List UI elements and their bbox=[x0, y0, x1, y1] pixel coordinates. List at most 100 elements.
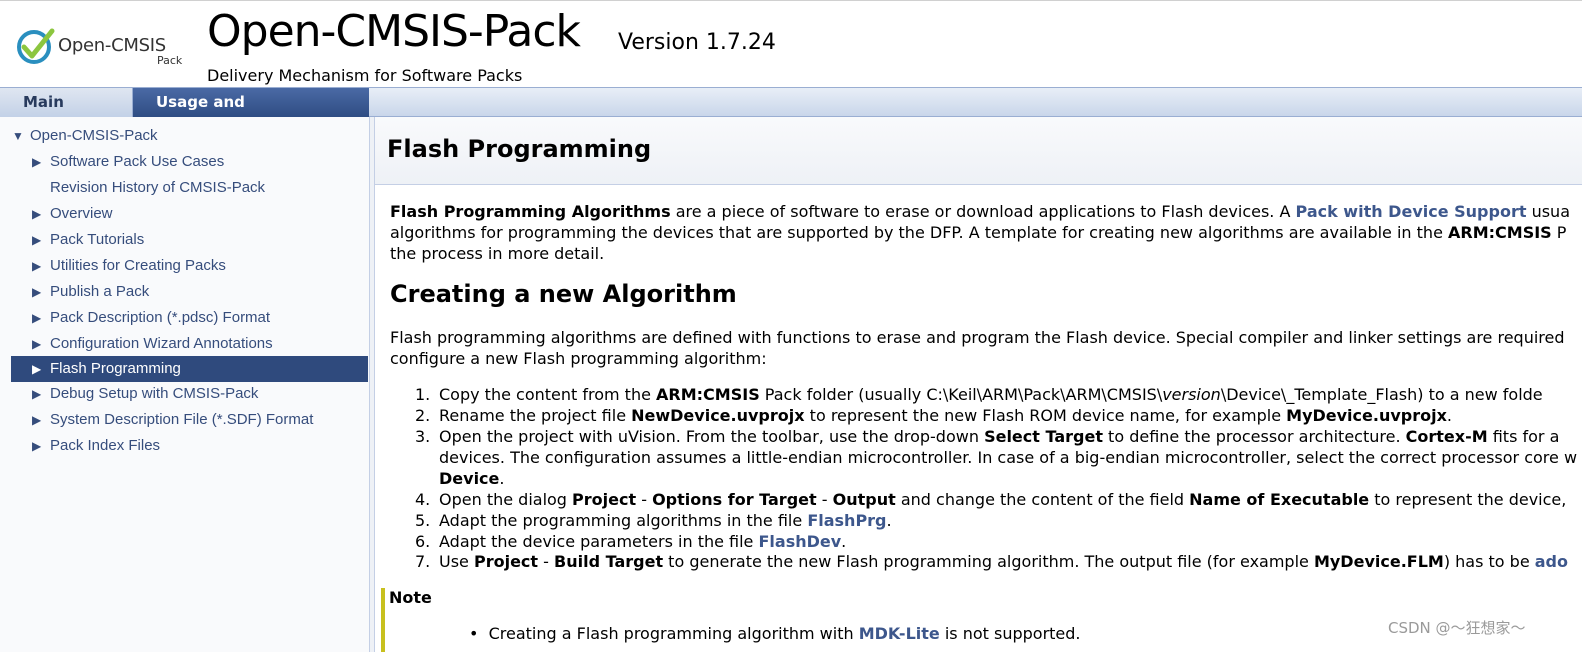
mdk-lite-link[interactable]: MDK-Lite bbox=[859, 624, 940, 643]
nav-root-open-cmsis-pack[interactable]: ▼ Open-CMSIS-Pack bbox=[12, 123, 362, 149]
intro-text: P bbox=[1551, 223, 1567, 242]
step-3-end: Device. bbox=[439, 468, 504, 489]
step-text: . bbox=[886, 511, 892, 530]
step-bold: Output bbox=[832, 490, 896, 509]
expand-arrow-icon[interactable]: ▶ bbox=[32, 331, 50, 357]
nav-item-utilities[interactable]: ▶ Utilities for Creating Packs bbox=[32, 253, 362, 279]
expand-arrow-icon[interactable]: ▶ bbox=[32, 433, 50, 459]
step-bold: Options for Target bbox=[652, 490, 817, 509]
step-bold: Select Target bbox=[984, 427, 1103, 446]
step-text: and change the content of the field bbox=[895, 490, 1190, 509]
note-title: Note bbox=[389, 588, 432, 607]
nav-item-label: Publish a Pack bbox=[50, 283, 150, 300]
expand-arrow-icon[interactable]: ▶ bbox=[32, 149, 50, 175]
nav-item-configuration-wizard[interactable]: ▶ Configuration Wizard Annotations bbox=[32, 331, 362, 357]
expand-arrow-icon[interactable]: ▶ bbox=[32, 381, 50, 407]
main-tabs: Main Page Usage and Description bbox=[0, 87, 1582, 140]
tab-main-page[interactable]: Main Page bbox=[0, 88, 133, 140]
page-title: Flash Programming bbox=[387, 135, 652, 163]
step-text: Open the dialog bbox=[439, 490, 573, 509]
step-4: 4. Open the dialog Project - Options for … bbox=[415, 489, 1566, 510]
step-3-continued: devices. The configuration assumes a lit… bbox=[439, 448, 1578, 467]
step-text: to represent the new Flash ROM device na… bbox=[804, 406, 1287, 425]
nav-item-label: Pack Description (*.pdsc) Format bbox=[50, 309, 271, 326]
expand-arrow-icon[interactable]: ▶ bbox=[32, 279, 50, 305]
nav-item-publish-a-pack[interactable]: ▶ Publish a Pack bbox=[32, 279, 362, 305]
project-brief: Delivery Mechanism for Software Packs bbox=[207, 66, 523, 85]
step-text: . bbox=[1446, 406, 1453, 425]
step-bold: Cortex-M bbox=[1405, 427, 1488, 446]
step-number: 7. bbox=[415, 552, 431, 571]
step-text: Adapt the device parameters in the file bbox=[439, 532, 759, 551]
expand-arrow-icon[interactable]: ▶ bbox=[32, 253, 50, 279]
step-text: fits for a bbox=[1487, 427, 1560, 446]
step-text: - bbox=[816, 490, 833, 509]
step-text: ) has to be bbox=[1443, 552, 1535, 571]
nav-item-label: Flash Programming bbox=[50, 360, 181, 377]
intro-bold: ARM:CMSIS bbox=[1448, 223, 1552, 242]
flashdev-link[interactable]: FlashDev bbox=[758, 532, 841, 551]
nav-item-system-description-file[interactable]: ▶ System Description File (*.SDF) Format bbox=[32, 407, 362, 433]
content-header: Flash Programming bbox=[375, 117, 1582, 185]
step-text: \Device\_Template_Flash) to a new folde bbox=[1220, 385, 1543, 404]
side-nav: ▼ Open-CMSIS-Pack ▶ Software Pack Use Case… bbox=[0, 117, 370, 652]
logo-subtext: Pack bbox=[157, 54, 183, 67]
step-bold: Build Target bbox=[554, 552, 664, 571]
step-italic: version bbox=[1162, 385, 1221, 404]
step-bold: Name of Executable bbox=[1189, 490, 1370, 509]
step-1: 1. Copy the content from the ARM:CMSIS Pa… bbox=[415, 384, 1543, 405]
nav-item-revision-history[interactable]: Revision History of CMSIS-Pack bbox=[32, 175, 362, 201]
intro-bold: Flash Programming Algorithms bbox=[390, 202, 671, 221]
step-bold: Device bbox=[439, 469, 500, 488]
step-text: Copy the content from the bbox=[439, 385, 657, 404]
page-header-bar: Open-CMSIS Pack Open-CMSIS-Pack Version … bbox=[0, 0, 1582, 87]
section-heading: Creating a new Algorithm bbox=[390, 280, 737, 308]
intro-text: usua bbox=[1526, 202, 1570, 221]
expand-arrow-icon[interactable]: ▶ bbox=[32, 356, 50, 382]
nav-item-pack-index-files[interactable]: ▶ Pack Index Files bbox=[32, 433, 362, 459]
step-number: 4. bbox=[415, 490, 431, 509]
step-7: 7. Use Project - Build Target to generate… bbox=[415, 551, 1568, 572]
expand-arrow-icon[interactable]: ▶ bbox=[32, 201, 50, 227]
step-5: 5. Adapt the programming algorithms in th… bbox=[415, 510, 892, 531]
project-version: Version 1.7.24 bbox=[618, 30, 776, 55]
intro-text: algorithms for programming the devices t… bbox=[390, 223, 1448, 242]
note-text: Creating a Flash programming algorithm w… bbox=[488, 624, 859, 643]
nav-item-debug-setup[interactable]: ▶ Debug Setup with CMSIS-Pack bbox=[32, 381, 362, 407]
nav-item-pack-description[interactable]: ▶ Pack Description (*.pdsc) Format bbox=[32, 305, 362, 331]
nav-item-label: Overview bbox=[50, 205, 113, 222]
tab-usage-and-description[interactable]: Usage and Description bbox=[133, 88, 369, 140]
expand-arrow-icon[interactable]: ▼ bbox=[12, 123, 30, 149]
nav-item-label: Configuration Wizard Annotations bbox=[50, 335, 273, 352]
step-text: Open the project with uVision. From the … bbox=[439, 427, 985, 446]
nav-root-label: Open-CMSIS-Pack bbox=[30, 127, 158, 144]
nav-item-software-pack-use-cases[interactable]: ▶ Software Pack Use Cases bbox=[32, 149, 362, 175]
pack-with-device-support-link[interactable]: Pack with Device Support bbox=[1296, 202, 1527, 221]
step-text: Pack folder (usually C:\Keil\ARM\Pack\AR… bbox=[759, 385, 1163, 404]
content-area: Flash Programming Flash Programming Algo… bbox=[375, 117, 1582, 652]
nav-item-label: Pack Tutorials bbox=[50, 231, 145, 248]
add-link[interactable]: ado bbox=[1535, 552, 1568, 571]
nav-item-overview[interactable]: ▶ Overview bbox=[32, 201, 362, 227]
nav-item-label: Revision History of CMSIS-Pack bbox=[50, 179, 266, 196]
nav-item-label: Debug Setup with CMSIS-Pack bbox=[50, 385, 259, 402]
expand-arrow-icon[interactable]: ▶ bbox=[32, 407, 50, 433]
step-text: Use bbox=[439, 552, 474, 571]
expand-arrow-icon[interactable]: ▶ bbox=[32, 305, 50, 331]
nav-item-pack-tutorials[interactable]: ▶ Pack Tutorials bbox=[32, 227, 362, 253]
intro-paragraph-line3: the process in more detail. bbox=[390, 244, 605, 263]
intro-paragraph-line1: Flash Programming Algorithms are a piece… bbox=[390, 201, 1582, 222]
step-number: 5. bbox=[415, 511, 431, 530]
step-number: 3. bbox=[415, 427, 431, 446]
step-number: 6. bbox=[415, 532, 431, 551]
step-bold: NewDevice.uvprojx bbox=[631, 406, 805, 425]
step-bold: Project bbox=[473, 552, 539, 571]
nav-item-flash-programming[interactable]: ▶ Flash Programming bbox=[11, 356, 368, 382]
project-name: Open-CMSIS-Pack bbox=[207, 6, 581, 57]
step-text: to represent the device, bbox=[1369, 490, 1567, 509]
flashprg-link[interactable]: FlashPrg bbox=[807, 511, 886, 530]
expand-arrow-icon[interactable]: ▶ bbox=[32, 227, 50, 253]
intro-paragraph-line2: algorithms for programming the devices t… bbox=[390, 222, 1582, 243]
step-text: - bbox=[538, 552, 555, 571]
step-bold: MyDevice.uvprojx bbox=[1286, 406, 1447, 425]
